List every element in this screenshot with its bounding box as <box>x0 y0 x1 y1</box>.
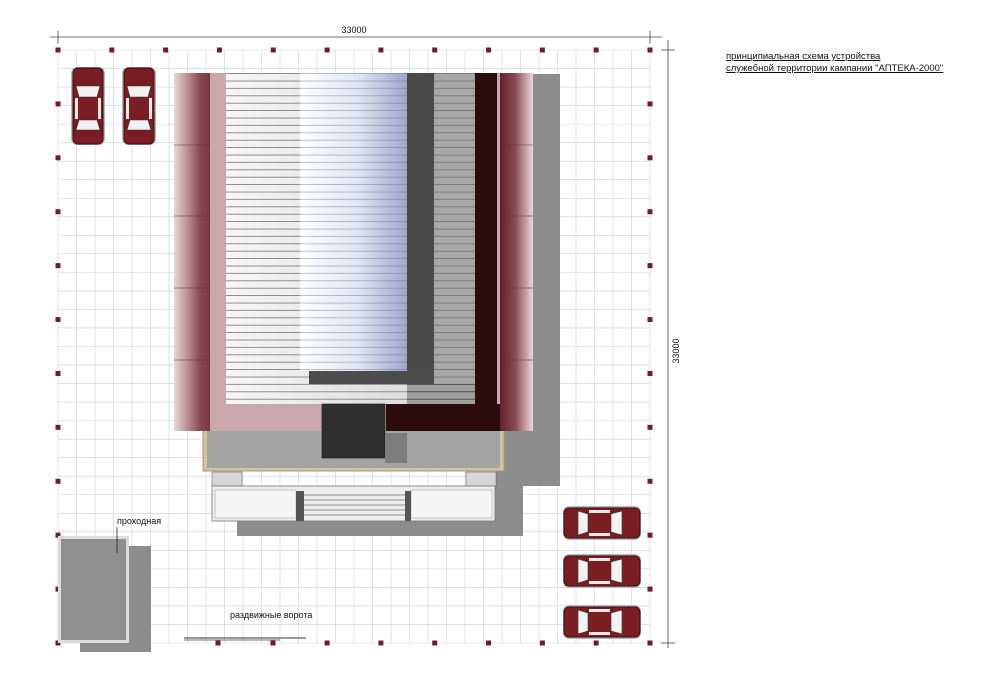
checkpoint-label: проходная <box>117 516 162 526</box>
gate-label: раздвижные ворота <box>230 610 313 620</box>
site-plan: 33000 33000 <box>50 25 681 652</box>
plan-title-line1: принципиальная схема устройства <box>726 51 881 62</box>
sliding-gate <box>184 637 306 641</box>
dimension-right-label: 33000 <box>671 338 681 363</box>
plan-title: принципиальная схема устройства служебно… <box>726 51 943 75</box>
checkpoint-building <box>58 527 151 652</box>
plan-title-line2: служебной территории кампании "АПТЕКА-20… <box>726 63 944 74</box>
dimension-top-label: 33000 <box>341 25 366 35</box>
building <box>174 73 533 522</box>
